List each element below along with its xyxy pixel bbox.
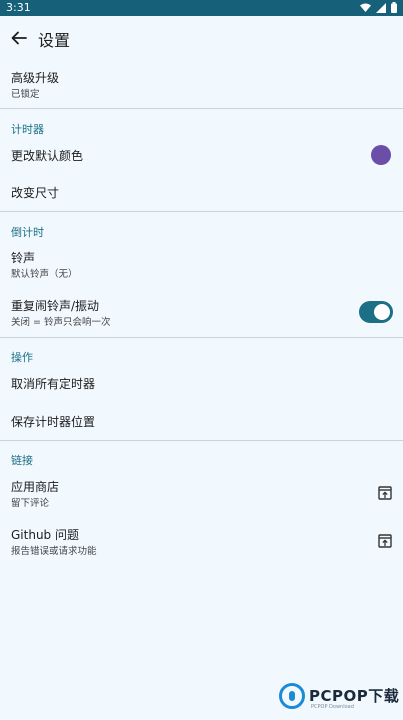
ringtone-subtitle: 默认铃声（无） xyxy=(11,269,78,280)
divider xyxy=(0,108,403,109)
watermark-tagline: PCPOP Download xyxy=(311,704,354,710)
repeat-alarm-subtitle: 关闭 = 铃声只会响一次 xyxy=(11,317,111,328)
page-title: 设置 xyxy=(38,31,71,50)
change-size-title: 改变尺寸 xyxy=(11,186,60,200)
section-header-actions: 操作 xyxy=(11,351,33,364)
arrow-left-icon[interactable] xyxy=(10,29,28,47)
status-time: 3:31 xyxy=(6,1,31,14)
change-color-item[interactable]: 更改默认颜色 xyxy=(0,140,403,172)
divider xyxy=(0,211,403,212)
save-position-title: 保存计时器位置 xyxy=(11,415,96,429)
upgrade-item[interactable]: 高级升级 已锁定 xyxy=(0,64,403,106)
github-item[interactable]: Github 问题 报告错误或请求功能 xyxy=(0,521,403,561)
app-store-subtitle: 留下评论 xyxy=(11,498,50,509)
app-bar: 设置 xyxy=(0,16,403,60)
repeat-alarm-title: 重复闹铃声/振动 xyxy=(11,299,100,313)
signal-icon xyxy=(376,2,386,13)
repeat-alarm-item[interactable]: 重复闹铃声/振动 关闭 = 铃声只会响一次 xyxy=(0,292,403,332)
color-swatch[interactable] xyxy=(371,145,391,165)
divider xyxy=(0,337,403,338)
upgrade-subtitle: 已锁定 xyxy=(11,89,40,100)
github-title: Github 问题 xyxy=(11,528,79,542)
app-store-item[interactable]: 应用商店 留下评论 xyxy=(0,473,403,513)
github-subtitle: 报告错误或请求功能 xyxy=(11,546,97,557)
watermark-logo xyxy=(279,683,305,709)
section-header-countdown: 倒计时 xyxy=(11,226,44,239)
ringtone-item[interactable]: 铃声 默认铃声（无） xyxy=(0,244,403,282)
cancel-timers-title: 取消所有定时器 xyxy=(11,377,96,391)
repeat-alarm-toggle[interactable] xyxy=(359,301,393,323)
status-icons xyxy=(360,2,397,13)
section-header-timer: 计时器 xyxy=(11,123,44,136)
open-in-new-icon[interactable] xyxy=(378,486,392,500)
upgrade-title: 高级升级 xyxy=(11,71,60,85)
battery-icon xyxy=(391,2,397,13)
section-header-links: 链接 xyxy=(11,454,33,467)
save-position-item[interactable]: 保存计时器位置 xyxy=(0,405,403,437)
app-store-title: 应用商店 xyxy=(11,480,60,494)
change-size-item[interactable]: 改变尺寸 xyxy=(0,176,403,208)
watermark: PCPOP下载 PCPOP Download xyxy=(279,683,403,720)
watermark-brand: PCPOP下载 xyxy=(309,687,400,705)
change-color-title: 更改默认颜色 xyxy=(11,149,84,163)
cancel-timers-item[interactable]: 取消所有定时器 xyxy=(0,368,403,400)
toggle-knob xyxy=(374,304,390,320)
wifi-icon xyxy=(360,3,371,12)
ringtone-title: 铃声 xyxy=(11,251,36,265)
divider xyxy=(0,440,403,441)
status-bar: 3:31 xyxy=(0,0,403,16)
open-in-new-icon[interactable] xyxy=(378,534,392,548)
